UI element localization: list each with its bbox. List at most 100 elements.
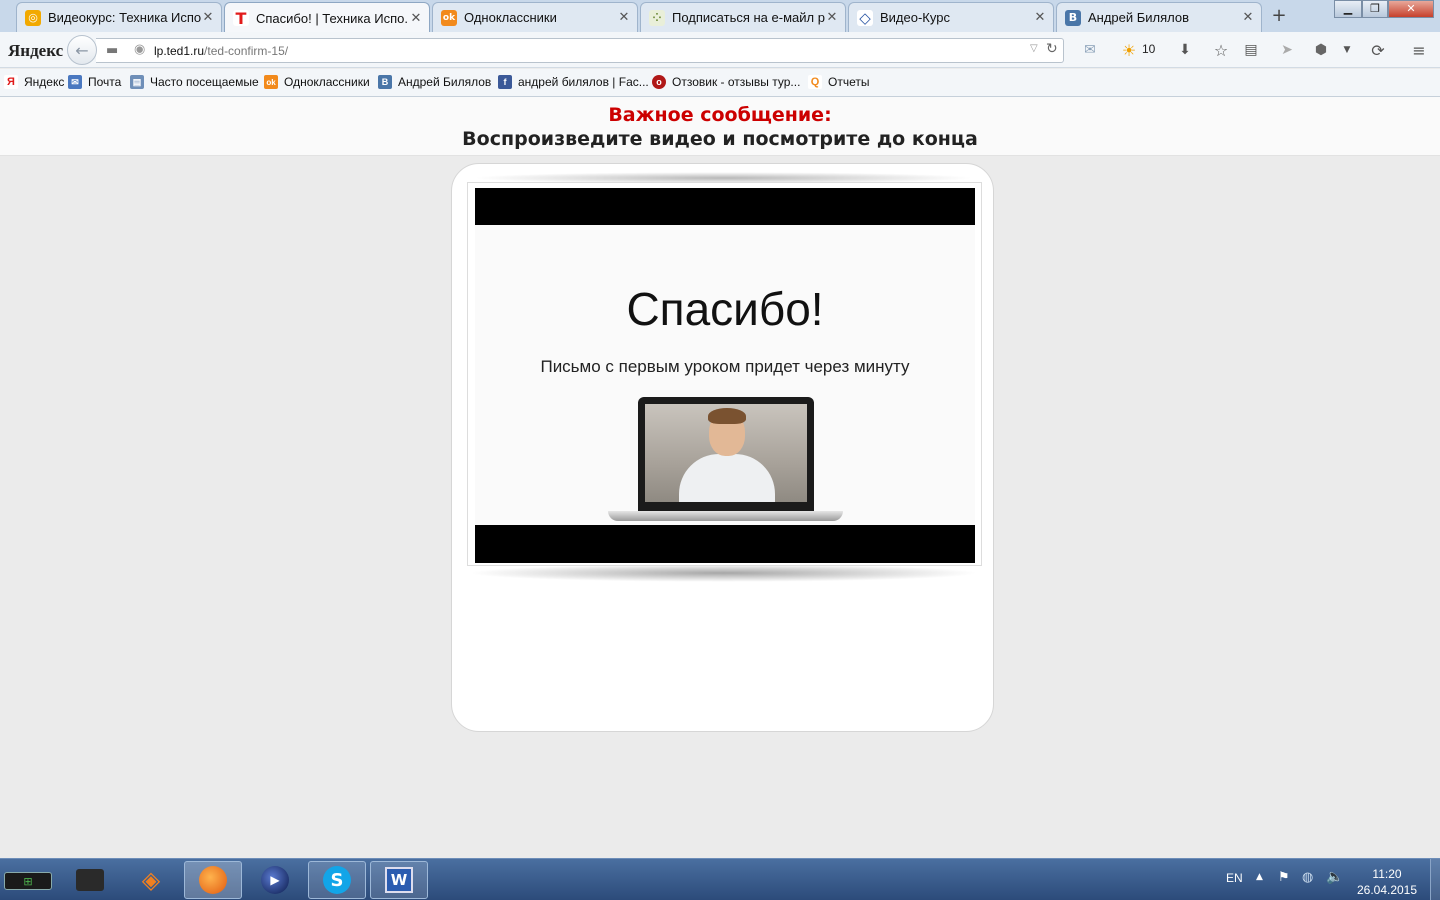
mail-notifier-icon[interactable]: ✉ [1080,40,1100,60]
back-button[interactable]: ← [67,35,97,65]
video-thumbnail[interactable]: Спасибо! Письмо с первым уроком придет ч… [475,225,975,525]
close-icon[interactable]: ✕ [617,10,631,25]
start-button[interactable]: ⊞ [4,872,52,890]
tab-video-kurs[interactable]: ◇ Видео-Курс ✕ [848,2,1054,32]
taskbar-app-folder[interactable] [68,861,112,899]
url-path: /ted-confirm-15/ [204,44,289,58]
weather-temperature[interactable]: 10 [1142,42,1155,56]
video-player[interactable]: Спасибо! Письмо с первым уроком придет ч… [475,188,975,563]
chevron-down-icon[interactable]: ▼ [1337,40,1357,60]
clock-date: 26.04.2015 [1356,883,1418,897]
bookmark-label: Почта [88,75,122,89]
presenter-body [679,454,775,502]
sun-weather-icon[interactable]: ☀ [1121,40,1137,60]
eye-app-icon: ◈ [141,866,161,894]
page-header: Важное сообщение: Воспроизведите видео и… [0,97,1440,156]
close-window-button[interactable]: ✕ [1388,0,1434,18]
download-icon[interactable]: ⬇ [1175,40,1195,60]
tab-odnoklassniki[interactable]: ok Одноклассники ✕ [432,2,638,32]
tab-andrey[interactable]: B Андрей Билялов ✕ [1056,2,1262,32]
dropdown-arrow-icon[interactable]: ▽ [1030,43,1038,54]
media-player-icon: ▶ [261,866,289,894]
odnoklassniki-icon: ok [441,9,457,26]
address-bar[interactable]: ▬ ◉ lp.ted1.ru/ted-confirm-15/ ▽ ↻ [96,38,1064,63]
bookmark-star-icon[interactable]: ☆ [1211,40,1231,60]
tab-podpisatsya[interactable]: ⁘ Подписаться на e-майл р... ✕ [640,2,846,32]
tab-label: Видео-Курс [880,10,950,25]
yandex-icon: Я [4,75,18,89]
clipboard-icon[interactable]: ▤ [1241,40,1261,60]
skype-icon: S [323,866,351,894]
presenter-hair [708,408,746,424]
laptop-screen [638,397,814,513]
close-icon[interactable]: ✕ [825,10,839,25]
bookmark-label: Одноклассники [284,75,370,89]
bookmark-andrey[interactable]: B Андрей Билялов [378,75,491,89]
network-icon[interactable]: ◍ [1302,870,1313,885]
card-shadow-bottom [468,564,979,582]
bookmark-otzovik[interactable]: o Отзовик - отзывы тур... [652,75,800,89]
mail-icon: ✉ [68,75,82,89]
bookmark-label: андрей билялов | Fac... [518,75,649,89]
globe-icon: ◉ [134,42,146,57]
library-icon[interactable]: ▬ [106,43,118,58]
bookmark-label: Яндекс [24,75,65,89]
close-icon[interactable]: ✕ [1033,10,1047,25]
bookmark-pochta[interactable]: ✉ Почта [68,75,121,89]
tray-expand-icon[interactable]: ▲ [1256,872,1263,882]
important-message-heading: Важное сообщение: [608,104,832,126]
bookmark-label: Андрей Билялов [398,75,492,89]
tab-label: Подписаться на e-майл р... [672,10,825,25]
bookmark-label: Часто посещаемые [150,75,259,89]
menu-icon[interactable]: ≡ [1409,40,1429,60]
reload-icon[interactable]: ↻ [1046,41,1058,57]
video-card: Спасибо! Письмо с первым уроком придет ч… [451,163,994,732]
taskbar-app-viewer[interactable]: ◈ [128,861,174,899]
language-indicator[interactable]: EN [1226,871,1243,885]
close-icon[interactable]: ✕ [409,11,423,26]
back-arrow-icon: ← [75,40,89,60]
extension-icon[interactable]: ⬢ [1311,40,1331,60]
vk-icon: B [1065,9,1081,26]
video-frame: Спасибо! Письмо с первым уроком придет ч… [467,182,982,566]
tab-videokurs[interactable]: ◎ Видеокурс: Техника Испо... ✕ [16,2,222,32]
taskbar-app-firefox[interactable] [184,861,242,899]
yandex-logo[interactable]: Яндекс [8,41,63,61]
show-desktop-button[interactable] [1430,859,1440,900]
diamond-icon: ◇ [857,9,873,27]
taskbar-app-word[interactable]: W [370,861,428,899]
ted-t-icon: T [233,9,249,28]
send-icon[interactable]: ➤ [1277,40,1297,60]
video-subtitle: Письмо с первым уроком придет через мину… [540,357,910,376]
url-text[interactable]: lp.ted1.ru/ted-confirm-15/ [154,44,288,58]
bookmark-yandex[interactable]: Я Яндекс [4,75,64,89]
vk-icon: B [378,75,392,89]
bookmark-odnoklassniki[interactable]: ok Одноклассники [264,75,370,89]
taskbar: ⊞ ◈ ▶ S W EN ▲ ⚑ ◍ 🔈 11:20 26.04.2015 [0,858,1440,900]
close-icon[interactable]: ✕ [1241,10,1255,25]
instruction-heading: Воспроизведите видео и посмотрите до кон… [462,128,978,150]
tab-spasibo[interactable]: T Спасибо! | Техника Испо... ✕ [224,2,430,33]
yandex-logo-text: Яндекс [8,41,64,60]
word-icon: W [385,867,413,893]
clock[interactable]: 11:20 26.04.2015 [1352,866,1422,898]
odnoklassniki-icon: ok [264,75,278,89]
maximize-button[interactable]: ❐ [1362,0,1388,18]
bookmark-label: Отчеты [828,75,870,89]
close-icon[interactable]: ✕ [201,10,215,25]
laptop-base [608,511,843,521]
sync-icon[interactable]: ⟳ [1368,40,1388,60]
video-title: Спасибо! [626,283,824,335]
new-tab-button[interactable]: + [1268,5,1290,27]
bookmark-otchety[interactable]: Q Отчеты [808,75,869,89]
taskbar-app-skype[interactable]: S [308,861,366,899]
action-center-flag-icon[interactable]: ⚑ [1278,870,1290,885]
folder-icon [76,869,104,891]
bookmark-label: Отзовик - отзывы тур... [672,75,801,89]
clock-time: 11:20 [1372,867,1402,881]
volume-icon[interactable]: 🔈 [1326,869,1343,885]
taskbar-app-media-player[interactable]: ▶ [248,861,302,899]
bookmark-chasto[interactable]: ▤ Часто посещаемые [130,75,259,89]
minimize-button[interactable]: ▁ [1334,0,1362,18]
bookmark-facebook[interactable]: f андрей билялов | Fac... [498,75,649,89]
